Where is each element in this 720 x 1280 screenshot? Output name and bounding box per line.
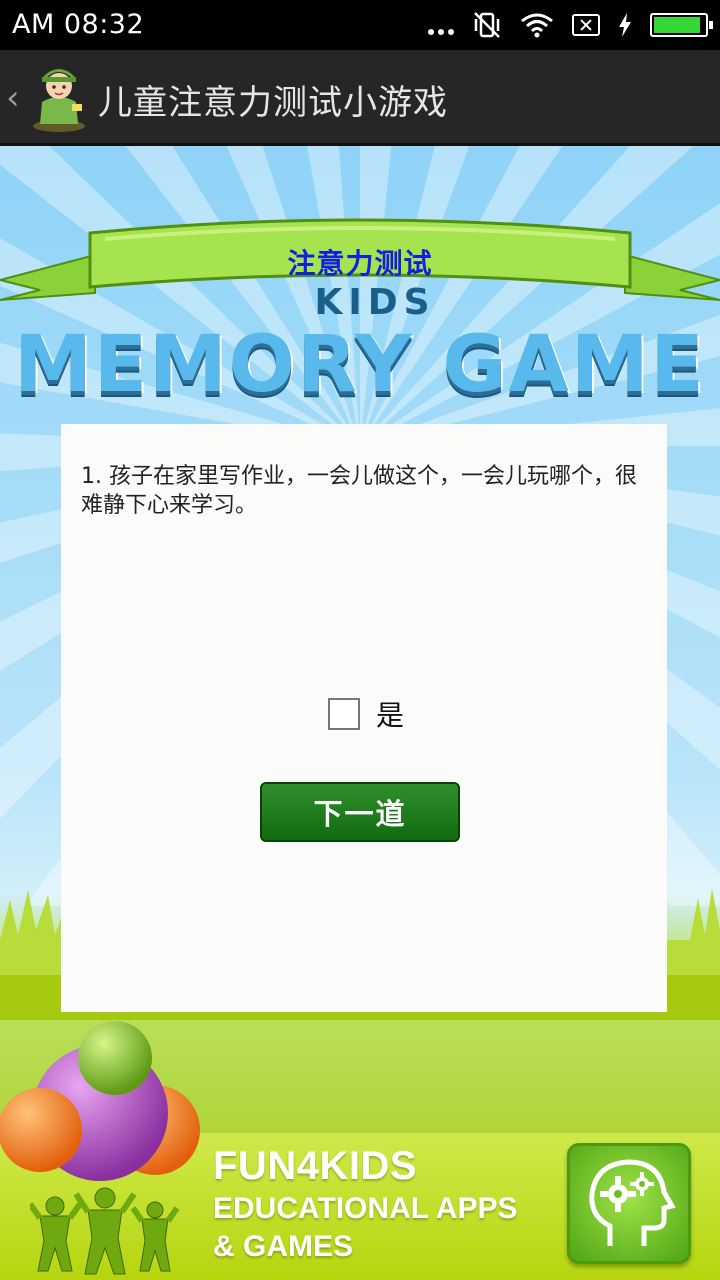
- action-bar: ‹ 儿童注意力测试小游戏: [0, 50, 720, 146]
- app-icon[interactable]: [28, 62, 90, 132]
- question-card: 1. 孩子在家里写作业，一会儿做这个，一会儿玩哪个，很难静下心来学习。 是 下一…: [61, 424, 667, 1012]
- question-text: 1. 孩子在家里写作业，一会儿做这个，一会儿玩哪个，很难静下心来学习。: [81, 464, 637, 518]
- charging-icon: [619, 13, 631, 37]
- answer-checkbox[interactable]: [328, 698, 360, 730]
- banner-title: 注意力测试: [287, 247, 433, 280]
- promo-tagline-1[interactable]: EDUCATIONAL APPS: [213, 1192, 517, 1226]
- app-title: 儿童注意力测试小游戏: [98, 83, 448, 123]
- promo-brand[interactable]: FUN4KIDS: [213, 1144, 417, 1189]
- back-chevron-icon[interactable]: ‹: [6, 78, 20, 118]
- no-sim-icon: [572, 14, 600, 36]
- head-gears-icon[interactable]: [567, 1143, 691, 1264]
- logo-title: MEMORY GAME: [14, 320, 706, 410]
- answer-option[interactable]: 是: [328, 694, 404, 734]
- balls-decoration: [0, 1021, 200, 1181]
- status-time: AM 08:32: [12, 9, 145, 40]
- promo-tagline-2[interactable]: & GAMES: [213, 1230, 353, 1264]
- kids-silhouette: [30, 1187, 180, 1275]
- logo-subtitle: KIDS: [314, 282, 436, 323]
- battery-icon: [650, 13, 713, 37]
- answer-label[interactable]: 是: [376, 694, 404, 734]
- status-icons: [428, 0, 713, 50]
- status-bar: AM 08:32: [0, 0, 720, 50]
- vibrate-off-icon: [474, 12, 500, 38]
- more-dots-icon: [428, 15, 454, 35]
- next-question-button[interactable]: 下一道: [260, 782, 460, 842]
- wifi-icon: [521, 13, 553, 38]
